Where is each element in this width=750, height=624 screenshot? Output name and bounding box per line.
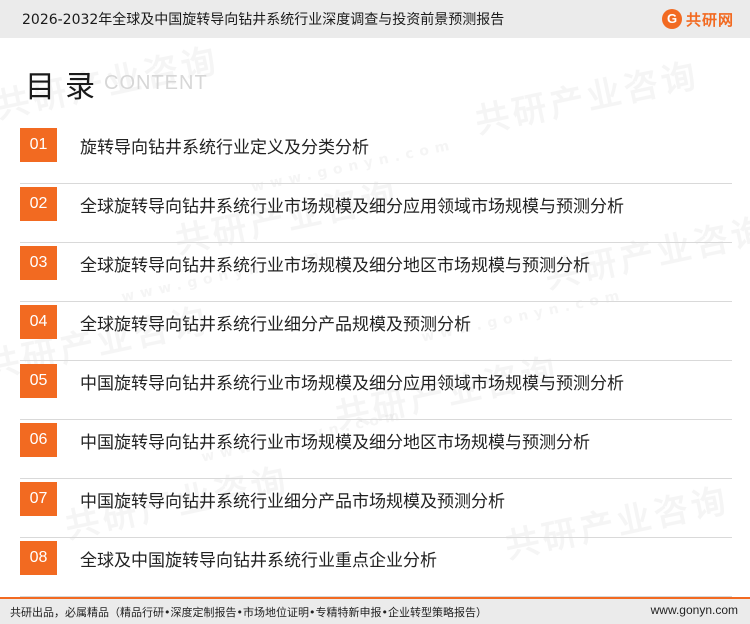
toc-item[interactable]: 01 旋转导向钻井系统行业定义及分类分析: [20, 125, 732, 184]
toc-item-number: 02: [20, 187, 57, 221]
toc-item-number: 06: [20, 423, 57, 457]
toc-item-number: 01: [20, 128, 57, 162]
toc-item[interactable]: 06 中国旋转导向钻井系统行业市场规模及细分地区市场规模与预测分析: [20, 420, 732, 479]
toc-item[interactable]: 08 全球及中国旋转导向钻井系统行业重点企业分析: [20, 538, 732, 597]
toc-item-label: 全球旋转导向钻井系统行业细分产品规模及预测分析: [80, 315, 471, 335]
footer-website[interactable]: www.gonyn.com: [651, 603, 738, 617]
toc-item[interactable]: 05 中国旋转导向钻井系统行业市场规模及细分应用领域市场规模与预测分析: [20, 361, 732, 420]
logo-text: 共研网: [686, 10, 735, 29]
toc-item-label: 中国旋转导向钻井系统行业细分产品市场规模及预测分析: [80, 492, 505, 512]
toc-item[interactable]: 02 全球旋转导向钻井系统行业市场规模及细分应用领域市场规模与预测分析: [20, 184, 732, 243]
footer-bar: 共研出品，必属精品（精品行研•深度定制报告•市场地位证明•专精特新申报•企业转型…: [0, 597, 750, 624]
toc-subtitle: CONTENT: [104, 72, 208, 94]
toc-item-label: 全球及中国旋转导向钻井系统行业重点企业分析: [80, 551, 437, 571]
header-bar: 2026-2032年全球及中国旋转导向钻井系统行业深度调查与投资前景预测报告 G…: [0, 0, 750, 38]
toc-item-label: 旋转导向钻井系统行业定义及分类分析: [80, 138, 369, 158]
toc-title: 目录: [25, 70, 105, 105]
toc-item-number: 07: [20, 482, 57, 516]
toc-item-number: 08: [20, 541, 57, 575]
logo-g-icon: G: [662, 9, 682, 29]
report-title: 2026-2032年全球及中国旋转导向钻井系统行业深度调查与投资前景预测报告: [22, 12, 505, 28]
toc-list: 01 旋转导向钻井系统行业定义及分类分析 02 全球旋转导向钻井系统行业市场规模…: [20, 125, 732, 597]
brand-logo: G 共研网: [662, 9, 734, 29]
footer-slogan: 共研出品，必属精品（精品行研•深度定制报告•市场地位证明•专精特新申报•企业转型…: [10, 606, 487, 619]
toc-item-label: 全球旋转导向钻井系统行业市场规模及细分应用领域市场规模与预测分析: [80, 197, 624, 217]
toc-item-number: 03: [20, 246, 57, 280]
toc-item[interactable]: 07 中国旋转导向钻井系统行业细分产品市场规模及预测分析: [20, 479, 732, 538]
toc-item-label: 中国旋转导向钻井系统行业市场规模及细分应用领域市场规模与预测分析: [80, 374, 624, 394]
toc-item-number: 05: [20, 364, 57, 398]
toc-item[interactable]: 04 全球旋转导向钻井系统行业细分产品规模及预测分析: [20, 302, 732, 361]
toc-item-label: 全球旋转导向钻井系统行业市场规模及细分地区市场规模与预测分析: [80, 256, 590, 276]
toc-item-number: 04: [20, 305, 57, 339]
toc-item-label: 中国旋转导向钻井系统行业市场规模及细分地区市场规模与预测分析: [80, 433, 590, 453]
toc-item[interactable]: 03 全球旋转导向钻井系统行业市场规模及细分地区市场规模与预测分析: [20, 243, 732, 302]
